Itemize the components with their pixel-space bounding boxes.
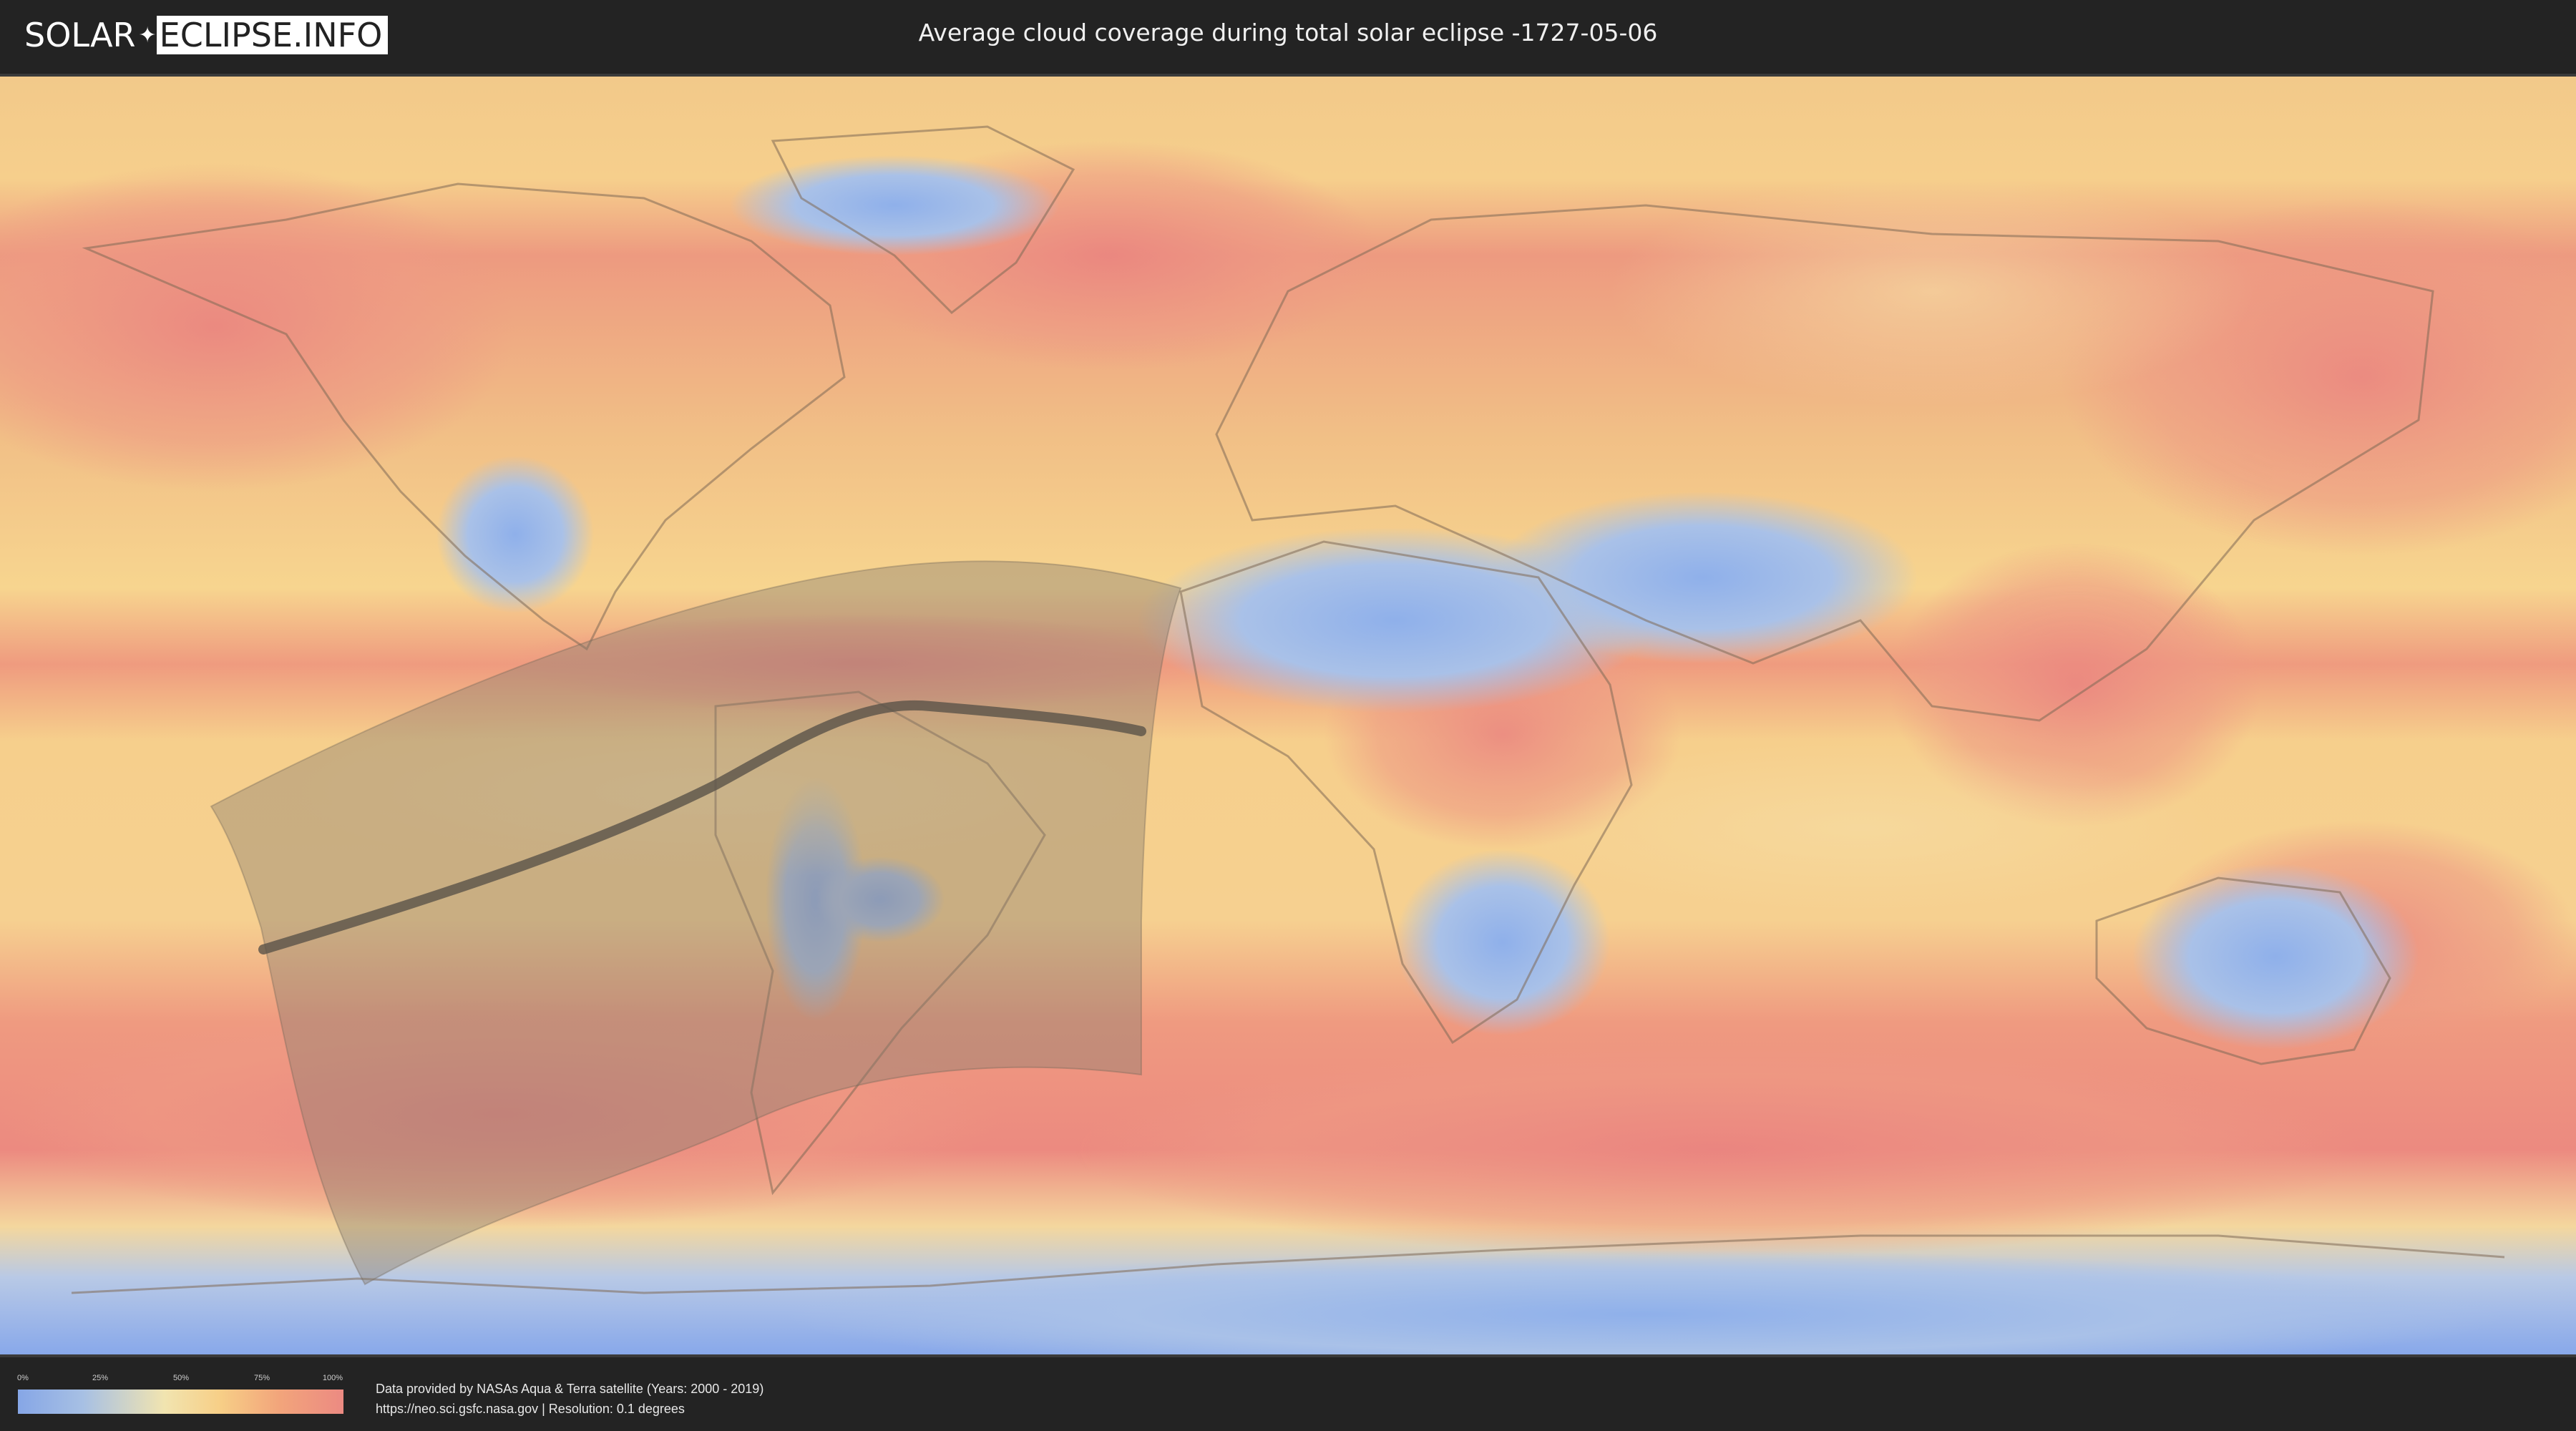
legend-tick-0: 0% [17, 1374, 29, 1382]
legend-tick-50: 50% [172, 1374, 190, 1382]
legend-tick-100: 100% [322, 1374, 343, 1382]
page-title: Average cloud coverage during total sola… [918, 19, 1658, 47]
legend-tick-25: 25% [92, 1374, 109, 1382]
legend-tick-75: 75% [253, 1374, 270, 1382]
credits-source: Data provided by NASAs Aqua & Terra sate… [376, 1382, 764, 1396]
legend-color-scale [18, 1390, 343, 1414]
header-bar: SOLAR ✦ ECLIPSE.INFO Average cloud cover… [0, 0, 2576, 72]
cloud-coverage-map[interactable] [0, 77, 2576, 1354]
data-credits: Data provided by NASAs Aqua & Terra sate… [376, 1379, 763, 1419]
credits-link[interactable]: https://neo.sci.gsfc.nasa.gov | Resoluti… [376, 1399, 763, 1419]
cloud-coverage-legend: 0% 25% 50% 75% 100% [17, 1374, 343, 1414]
legend-ticks: 0% 25% 50% 75% 100% [17, 1374, 343, 1385]
